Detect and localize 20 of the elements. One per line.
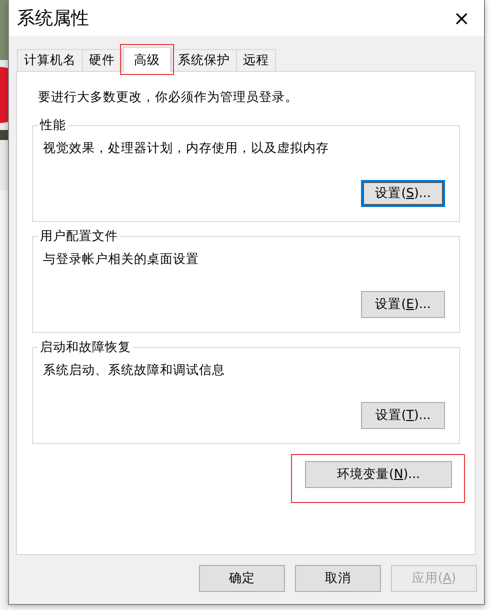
environment-variables-button[interactable]: 环境变量(N)... — [305, 460, 452, 488]
tab[interactable]: 计算机名 — [17, 49, 83, 71]
settings-button[interactable]: 设置(S)... — [361, 180, 445, 207]
group-title: 性能 — [38, 118, 67, 132]
notice-text: 要进行大多数更改，你必须作为管理员登录。 — [38, 88, 299, 106]
settings-button[interactable]: 设置(E)... — [361, 290, 445, 318]
group-title: 启动和故障恢复 — [39, 340, 132, 354]
tab[interactable]: 系统保护 — [171, 49, 237, 71]
tab[interactable]: 高级 — [123, 47, 171, 72]
tab[interactable]: 硬件 — [82, 49, 122, 71]
group-description: 视觉效果，处理器计划，内存使用，以及虚拟内存 — [43, 139, 330, 158]
tab[interactable]: 远程 — [236, 49, 276, 71]
close-button[interactable]: × — [447, 8, 476, 28]
group-description: 系统启动、系统故障和调试信息 — [43, 361, 226, 380]
dialog-button[interactable]: 确定 — [199, 565, 285, 592]
settings-button[interactable]: 设置(T)... — [361, 402, 445, 429]
group-title: 用户配置文件 — [39, 230, 119, 242]
group-description: 与登录帐户相关的桌面设置 — [43, 250, 200, 268]
window-title: 系统属性 — [17, 6, 89, 30]
dialog-button[interactable]: 取消 — [295, 565, 381, 592]
